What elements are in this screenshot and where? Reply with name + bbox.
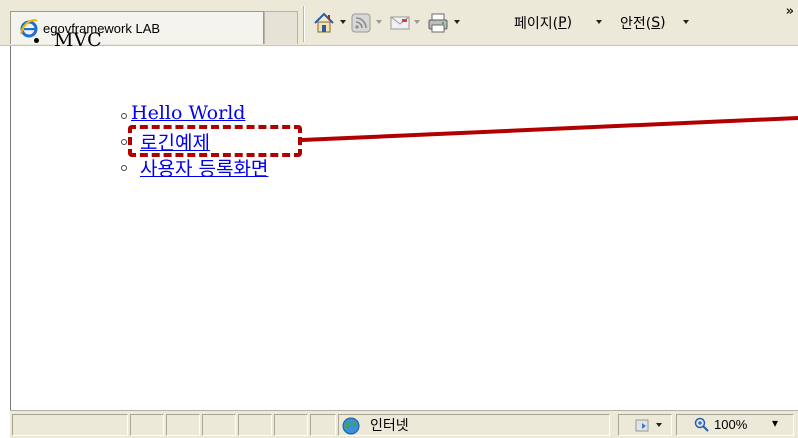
- security-zone-label: 인터넷: [370, 418, 409, 434]
- status-cell: [202, 414, 236, 436]
- annotation-pointer-line: [301, 116, 798, 142]
- protected-mode-icon[interactable]: [634, 418, 652, 434]
- zoom-icon: [694, 417, 709, 432]
- status-cell: [238, 414, 272, 436]
- status-cell: [130, 414, 164, 436]
- status-cell: [310, 414, 336, 436]
- status-bar: 인터넷 100% ▾: [10, 410, 798, 438]
- status-text-cell: [12, 414, 128, 436]
- zoom-level[interactable]: 100%: [714, 417, 747, 432]
- protected-mode-dropdown-arrow[interactable]: [656, 423, 662, 427]
- internet-globe-icon: [342, 417, 360, 435]
- status-cell: [166, 414, 200, 436]
- zoom-dropdown-arrow[interactable]: ▾: [772, 416, 778, 430]
- status-cell: [274, 414, 308, 436]
